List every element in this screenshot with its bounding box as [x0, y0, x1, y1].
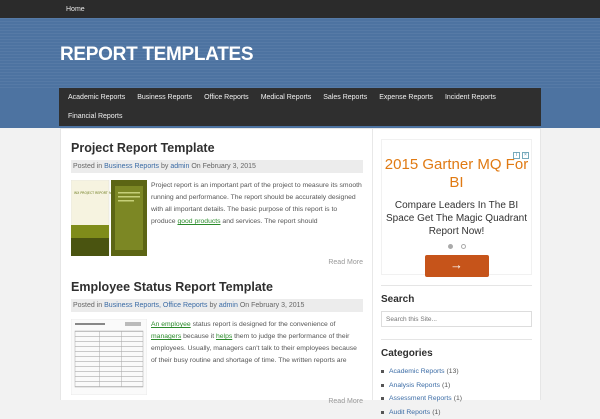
- post-excerpt: Project report is an important part of t…: [151, 180, 363, 256]
- category-link-academic[interactable]: Academic Reports: [389, 365, 445, 379]
- top-bar: Home: [0, 0, 600, 18]
- list-item: Assessment Reports(1): [381, 392, 532, 406]
- nav-academic-reports[interactable]: Academic Reports: [62, 88, 131, 107]
- category-count: (1): [432, 406, 440, 419]
- excerpt-link-helps[interactable]: helps: [216, 333, 232, 340]
- nav-expense-reports[interactable]: Expense Reports: [373, 88, 439, 107]
- category-count: (1): [454, 392, 462, 406]
- excerpt-link-good-products[interactable]: good products: [177, 218, 220, 225]
- read-more-link[interactable]: Read More: [328, 259, 363, 266]
- category-link-analysis[interactable]: Analysis Reports: [389, 379, 440, 393]
- adchoices-icons[interactable]: i ×: [513, 152, 529, 159]
- ad-dot-active[interactable]: [448, 244, 453, 249]
- site-header: REPORT TEMPLATES: [0, 18, 600, 88]
- excerpt-text-a: status report is designed for the conven…: [191, 321, 336, 328]
- excerpt-link-an-employee[interactable]: An employee: [151, 321, 191, 328]
- categories-list: Academic Reports(13) Analysis Reports(1)…: [381, 365, 532, 419]
- meta-on: On: [240, 302, 249, 309]
- nav-business-reports[interactable]: Business Reports: [131, 88, 198, 107]
- main-content: Project Report Template Posted in Busine…: [61, 129, 373, 400]
- ad-title[interactable]: 2015 Gartner MQ For BI: [382, 156, 531, 192]
- ad-dot[interactable]: [461, 244, 466, 249]
- read-more-link[interactable]: Read More: [328, 398, 363, 405]
- read-more-wrap: Read More: [71, 398, 363, 405]
- categories-widget-title: Categories: [381, 339, 532, 359]
- excerpt-text-b: and services. The report should: [221, 218, 318, 225]
- nav-office-reports[interactable]: Office Reports: [198, 88, 255, 107]
- meta-by: by: [209, 302, 216, 309]
- ad-pagination: [382, 244, 531, 249]
- category-link-audit[interactable]: Audit Reports: [389, 406, 430, 419]
- excerpt-link-managers[interactable]: managers: [151, 333, 181, 340]
- nav-sales-reports[interactable]: Sales Reports: [317, 88, 373, 107]
- nav-financial-reports[interactable]: Financial Reports: [62, 107, 128, 126]
- category-count: (13): [447, 365, 459, 379]
- excerpt-text-b: because it: [181, 333, 216, 340]
- meta-category-link[interactable]: Business Reports, Office Reports: [104, 302, 207, 309]
- nav-medical-reports[interactable]: Medical Reports: [255, 88, 318, 107]
- meta-date: February 3, 2015: [251, 302, 304, 309]
- content-container: Project Report Template Posted in Busine…: [60, 128, 541, 400]
- meta-author-link[interactable]: admin: [219, 302, 238, 309]
- ad-arrow-button[interactable]: →: [425, 255, 489, 277]
- meta-author-link[interactable]: admin: [170, 163, 189, 170]
- project-report-thumbnail[interactable]: WX PROJECT REPORT for Year 2015: [71, 180, 147, 256]
- list-item: Audit Reports(1): [381, 406, 532, 419]
- post-meta: Posted in Business Reports by admin On F…: [71, 160, 363, 173]
- nav-wrapper: Academic Reports Business Reports Office…: [0, 88, 600, 128]
- category-count: (1): [442, 379, 450, 393]
- sidebar: i × 2015 Gartner MQ For BI Compare Leade…: [373, 129, 540, 400]
- meta-date: February 3, 2015: [203, 163, 256, 170]
- list-item: Analysis Reports(1): [381, 379, 532, 393]
- meta-by: by: [161, 163, 168, 170]
- close-icon[interactable]: ×: [522, 152, 529, 159]
- category-link-assessment[interactable]: Assessment Reports: [389, 392, 452, 406]
- post-body: An employee status report is designed fo…: [71, 319, 363, 395]
- sidebar-ad[interactable]: i × 2015 Gartner MQ For BI Compare Leade…: [381, 139, 532, 275]
- employee-status-thumbnail[interactable]: [71, 319, 147, 395]
- search-widget-title: Search: [381, 285, 532, 305]
- post-excerpt: An employee status report is designed fo…: [151, 319, 363, 395]
- meta-prefix: Posted in: [73, 163, 102, 170]
- home-link[interactable]: Home: [66, 6, 85, 13]
- ad-description[interactable]: Compare Leaders In The BI Space Get The …: [382, 199, 531, 238]
- meta-on: On: [191, 163, 200, 170]
- post-project-report: Project Report Template Posted in Busine…: [71, 141, 363, 266]
- adchoices-icon[interactable]: i: [513, 152, 520, 159]
- post-body: WX PROJECT REPORT for Year 2015 Project …: [71, 180, 363, 256]
- list-item: Academic Reports(13): [381, 365, 532, 379]
- site-title[interactable]: REPORT TEMPLATES: [60, 44, 600, 66]
- post-title[interactable]: Employee Status Report Template: [71, 280, 363, 294]
- main-nav: Academic Reports Business Reports Office…: [59, 88, 541, 126]
- meta-category-link[interactable]: Business Reports: [104, 163, 159, 170]
- read-more-wrap: Read More: [71, 259, 363, 266]
- meta-prefix: Posted in: [73, 302, 102, 309]
- post-meta: Posted in Business Reports, Office Repor…: [71, 299, 363, 312]
- search-input[interactable]: [381, 311, 532, 327]
- post-employee-status: Employee Status Report Template Posted i…: [71, 280, 363, 405]
- post-title[interactable]: Project Report Template: [71, 141, 363, 155]
- nav-incident-reports[interactable]: Incident Reports: [439, 88, 502, 107]
